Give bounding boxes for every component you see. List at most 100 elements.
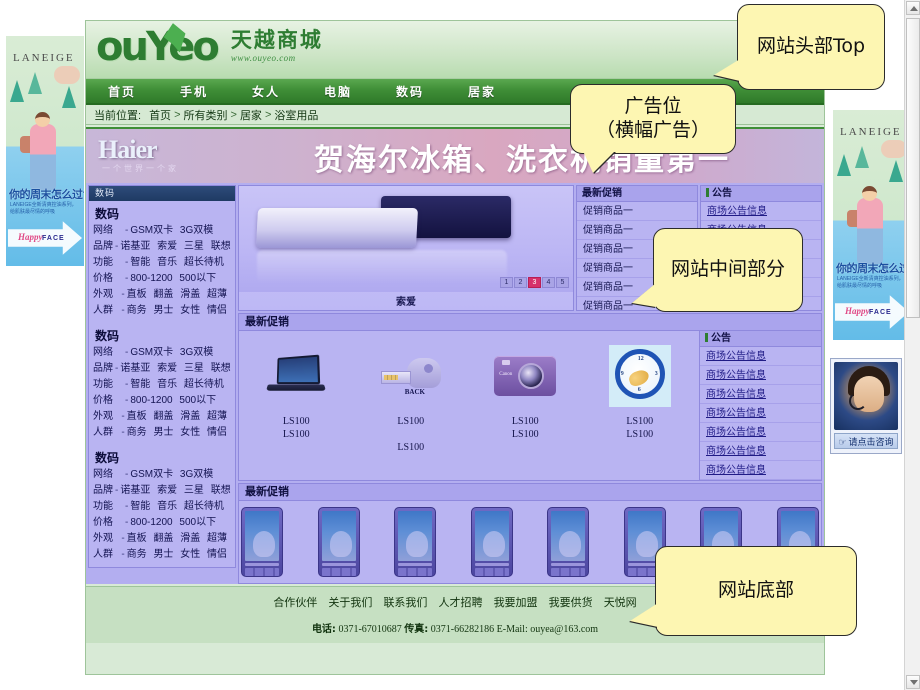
notice-link[interactable]: 商场公告信息 xyxy=(706,389,766,400)
scrollbar-thumb[interactable] xyxy=(906,18,920,318)
notice-link[interactable]: 商场公告信息 xyxy=(707,206,767,217)
filter-value[interactable]: 诺基亚 xyxy=(120,485,150,496)
product-card-usb[interactable]: BACK LS100 LS100 xyxy=(354,337,469,454)
notice-link[interactable]: 商场公告信息 xyxy=(706,408,766,419)
filter-value[interactable]: 智能 xyxy=(130,501,150,512)
breadcrumb-item-all-categories[interactable]: 所有类别 xyxy=(184,107,228,123)
side-ad-right[interactable]: LANEIGE 你的周末怎么过? LANEIGE全新清爽控油系列，给肌肤最尽情的… xyxy=(833,110,911,340)
breadcrumb-item-bathroom[interactable]: 浴室用品 xyxy=(274,107,318,123)
filter-value[interactable]: 智能 xyxy=(130,379,150,390)
filter-value[interactable]: 三星 xyxy=(184,241,204,252)
notice-link[interactable]: 商场公告信息 xyxy=(706,351,766,362)
showcase-page-3[interactable]: 3 xyxy=(528,277,541,288)
notice-item[interactable]: 商场公告信息 xyxy=(700,385,821,404)
filter-value[interactable]: 男士 xyxy=(153,549,173,560)
footer-link-join[interactable]: 我要加盟 xyxy=(494,597,538,609)
nav-item-home[interactable]: 首页 xyxy=(86,83,158,100)
nav-item-home-living[interactable]: 居家 xyxy=(446,83,518,100)
customer-service-widget[interactable]: ☞ 请点击咨询 xyxy=(830,358,902,454)
nav-item-digital[interactable]: 数码 xyxy=(374,83,446,100)
filter-value[interactable]: 音乐 xyxy=(157,501,177,512)
filter-value[interactable]: 500以下 xyxy=(179,517,216,528)
filter-value[interactable]: 滑盖 xyxy=(180,411,200,422)
footer-link-about-us[interactable]: 关于我们 xyxy=(328,597,372,609)
filter-value[interactable]: 联想 xyxy=(211,485,231,496)
product-card-laptop[interactable]: LS100 LS100 xyxy=(239,337,354,454)
filter-value[interactable]: 情侣 xyxy=(207,427,227,438)
footer-link-contact-us[interactable]: 联系我们 xyxy=(383,597,427,609)
filter-value[interactable]: 3G双模 xyxy=(180,225,213,236)
filter-value[interactable]: 直板 xyxy=(127,289,147,300)
filter-value[interactable]: 滑盖 xyxy=(180,289,200,300)
phone-thumbnail[interactable] xyxy=(470,507,513,577)
filter-value[interactable]: 音乐 xyxy=(157,379,177,390)
filter-value[interactable]: 超长待机 xyxy=(184,379,224,390)
filter-value[interactable]: 翻盖 xyxy=(153,533,173,544)
filter-value[interactable]: 三星 xyxy=(184,485,204,496)
filter-value[interactable]: 智能 xyxy=(130,257,150,268)
product-card-clock[interactable]: 12 3 6 9 LS100 LS100 xyxy=(583,337,698,454)
side-ad-left[interactable]: LANEIGE 你的周末怎么过? LANEIGE全新清爽控油系列，给肌肤最尽情的… xyxy=(6,36,84,266)
filter-value[interactable]: 索爱 xyxy=(157,241,177,252)
showcase-page-5[interactable]: 5 xyxy=(556,277,569,288)
notice-link[interactable]: 商场公告信息 xyxy=(706,465,766,476)
filter-value[interactable]: 直板 xyxy=(127,533,147,544)
filter-value[interactable]: 500以下 xyxy=(179,273,216,284)
breadcrumb-item-home-living[interactable]: 居家 xyxy=(240,107,262,123)
filter-value[interactable]: 直板 xyxy=(127,411,147,422)
filter-value[interactable]: 商务 xyxy=(127,305,147,316)
notice-item[interactable]: 商场公告信息 xyxy=(701,202,821,221)
filter-value[interactable]: 超长待机 xyxy=(184,257,224,268)
filter-value[interactable]: 800-1200 xyxy=(130,273,172,284)
filter-value[interactable]: 索爱 xyxy=(157,485,177,496)
notice-link[interactable]: 商场公告信息 xyxy=(706,370,766,381)
filter-value[interactable]: 3G双模 xyxy=(180,469,213,480)
scroll-down-button[interactable] xyxy=(906,675,920,689)
filter-value[interactable]: 女性 xyxy=(180,427,200,438)
phone-thumbnail[interactable] xyxy=(547,507,590,577)
promo-item[interactable]: 促销商品一 xyxy=(577,202,697,221)
filter-value[interactable]: 联想 xyxy=(211,363,231,374)
nav-item-women[interactable]: 女人 xyxy=(230,83,302,100)
filter-value[interactable]: 情侣 xyxy=(207,549,227,560)
filter-value[interactable]: 超薄 xyxy=(207,533,227,544)
notice-item[interactable]: 商场公告信息 xyxy=(700,442,821,461)
filter-value[interactable]: 商务 xyxy=(127,427,147,438)
filter-value[interactable]: 索爱 xyxy=(157,363,177,374)
filter-value[interactable]: 女性 xyxy=(180,549,200,560)
consult-button[interactable]: ☞ 请点击咨询 xyxy=(834,433,898,449)
filter-value[interactable]: 800-1200 xyxy=(130,395,172,406)
product-showcase[interactable]: 1 2 3 4 5 索爱 xyxy=(238,185,574,311)
showcase-page-4[interactable]: 4 xyxy=(542,277,555,288)
filter-value[interactable]: 翻盖 xyxy=(153,289,173,300)
footer-email-value[interactable]: ouyea@163.com xyxy=(530,624,598,635)
filter-value[interactable]: 男士 xyxy=(153,427,173,438)
notice-item[interactable]: 商场公告信息 xyxy=(700,404,821,423)
filter-value[interactable]: 音乐 xyxy=(157,257,177,268)
scroll-up-button[interactable] xyxy=(906,1,920,15)
notice-link[interactable]: 商场公告信息 xyxy=(706,427,766,438)
showcase-page-1[interactable]: 1 xyxy=(500,277,513,288)
filter-value[interactable]: 联想 xyxy=(211,241,231,252)
filter-value[interactable]: 诺基亚 xyxy=(120,363,150,374)
filter-value[interactable]: 500以下 xyxy=(179,395,216,406)
filter-value[interactable]: GSM双卡 xyxy=(130,225,173,236)
filter-value[interactable]: 滑盖 xyxy=(180,533,200,544)
notice-link[interactable]: 商场公告信息 xyxy=(706,446,766,457)
product-card-camera[interactable]: Canon LS100 LS100 xyxy=(468,337,583,454)
nav-item-phone[interactable]: 手机 xyxy=(158,83,230,100)
footer-link-partners[interactable]: 合作伙伴 xyxy=(273,597,317,609)
site-logo[interactable]: ouYeo 天越商城 www.ouyeo.com xyxy=(96,27,323,67)
filter-value[interactable]: 超薄 xyxy=(207,411,227,422)
filter-value[interactable]: 超薄 xyxy=(207,289,227,300)
filter-value[interactable]: 诺基亚 xyxy=(120,241,150,252)
filter-value[interactable]: 三星 xyxy=(184,363,204,374)
filter-value[interactable]: 情侣 xyxy=(207,305,227,316)
filter-value[interactable]: 男士 xyxy=(153,305,173,316)
filter-value[interactable]: 翻盖 xyxy=(153,411,173,422)
filter-value[interactable]: 3G双模 xyxy=(180,347,213,358)
showcase-page-2[interactable]: 2 xyxy=(514,277,527,288)
footer-link-careers[interactable]: 人才招聘 xyxy=(439,597,483,609)
vertical-scrollbar[interactable] xyxy=(904,0,920,690)
filter-value[interactable]: 超长待机 xyxy=(184,501,224,512)
